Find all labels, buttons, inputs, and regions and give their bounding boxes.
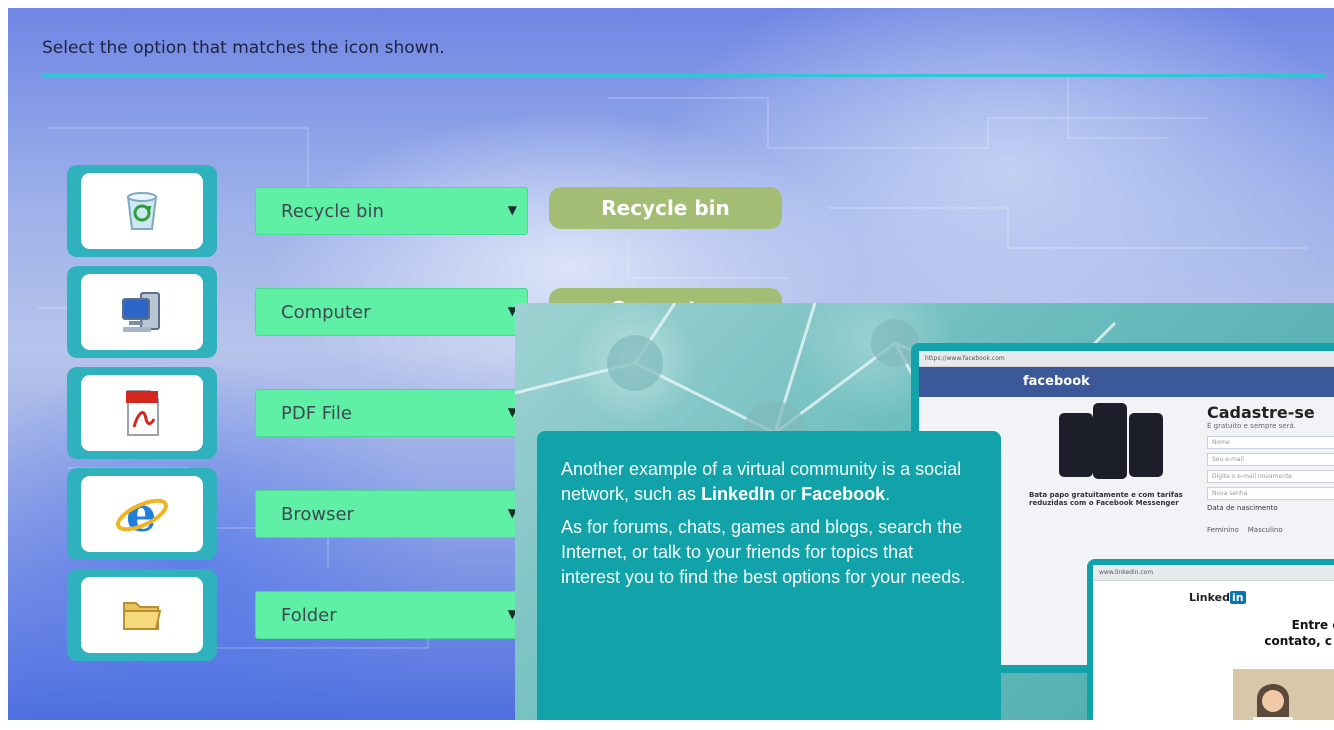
icon-card-recycle-bin bbox=[67, 165, 217, 257]
icon-card-browser: e bbox=[67, 468, 217, 560]
browser-icon: e bbox=[116, 489, 168, 539]
linkedin-screenshot: www.linkedin.com Linkedin Entre em conta… bbox=[1087, 559, 1334, 720]
answer-badge: Recycle bin bbox=[549, 187, 782, 229]
signup-name-field: Nome bbox=[1207, 436, 1334, 449]
dropdown-value: PDF File bbox=[281, 402, 352, 424]
dropdown-value: Folder bbox=[281, 604, 337, 626]
linkedin-headline: Entre em contato, c op bbox=[1264, 618, 1334, 648]
info-paragraph-2: As for forums, chats, games and blogs, s… bbox=[561, 517, 966, 587]
signup-title: Cadastre-se bbox=[1207, 403, 1315, 422]
svg-text:e: e bbox=[126, 489, 157, 539]
dropdown-folder[interactable]: Folder ▼ bbox=[255, 591, 528, 639]
facebook-tagline: Bata papo gratuitamente e com tarifas re… bbox=[1029, 491, 1183, 507]
icon-card-computer bbox=[67, 266, 217, 358]
dropdown-computer[interactable]: Computer ▼ bbox=[255, 288, 528, 336]
facebook-header: facebook bbox=[919, 367, 1334, 397]
header-divider bbox=[42, 74, 1326, 77]
linkedin-logo-badge: in bbox=[1229, 591, 1246, 604]
instruction-text: Select the option that matches the icon … bbox=[42, 38, 445, 58]
signup-email-confirm-field: Digite o e-mail novamente bbox=[1207, 470, 1334, 483]
icon-card-folder bbox=[67, 569, 217, 661]
para1-connector: or bbox=[775, 484, 802, 504]
facebook-promo: Bata papo gratuitamente e com tarifas re… bbox=[1029, 403, 1189, 507]
info-popup: https://www.facebook.com facebook Bata p… bbox=[515, 303, 1334, 720]
activity-stage: Select the option that matches the icon … bbox=[8, 8, 1334, 720]
info-text-box: Another example of a virtual community i… bbox=[537, 431, 1001, 720]
dropdown-value: Computer bbox=[281, 301, 371, 323]
browser-address-bar: www.linkedin.com bbox=[1093, 565, 1334, 581]
dropdown-recycle-bin[interactable]: Recycle bin ▼ bbox=[255, 187, 528, 235]
dropdown-value: Browser bbox=[281, 503, 354, 525]
linkedin-link-text: LinkedIn bbox=[701, 484, 776, 504]
linkedin-photo bbox=[1233, 669, 1334, 720]
signup-subtitle: É gratuito e sempre será. bbox=[1207, 422, 1296, 430]
facebook-logo: facebook bbox=[1023, 374, 1090, 389]
gender-female-label: Feminino bbox=[1207, 526, 1239, 534]
facebook-signup-form: Cadastre-se É gratuito e sempre será. No… bbox=[1207, 403, 1334, 534]
signup-password-field: Nova senha bbox=[1207, 487, 1334, 500]
info-paragraph-1: Another example of a virtual community i… bbox=[561, 457, 977, 507]
dropdown-browser[interactable]: Browser ▼ bbox=[255, 490, 528, 538]
icon-card-pdf bbox=[67, 367, 217, 459]
pdf-file-icon bbox=[126, 390, 159, 436]
linkedin-logo-text: Linked bbox=[1189, 591, 1230, 604]
dropdown-pdf-file[interactable]: PDF File ▼ bbox=[255, 389, 528, 437]
dropdown-value: Recycle bin bbox=[281, 200, 384, 222]
folder-icon bbox=[123, 602, 162, 630]
browser-address-bar: https://www.facebook.com bbox=[919, 351, 1334, 367]
para1-end: . bbox=[885, 484, 891, 504]
birth-label: Data de nascimento bbox=[1207, 504, 1278, 512]
dropdown-arrow-icon: ▼ bbox=[507, 203, 517, 217]
facebook-link-text: Facebook bbox=[801, 484, 886, 504]
computer-icon bbox=[122, 292, 160, 332]
recycle-bin-icon bbox=[126, 192, 158, 230]
gender-male-label: Masculino bbox=[1247, 526, 1283, 534]
linkedin-logo: Linked in bbox=[1189, 591, 1246, 604]
signup-email-field: Seu e-mail bbox=[1207, 453, 1334, 466]
